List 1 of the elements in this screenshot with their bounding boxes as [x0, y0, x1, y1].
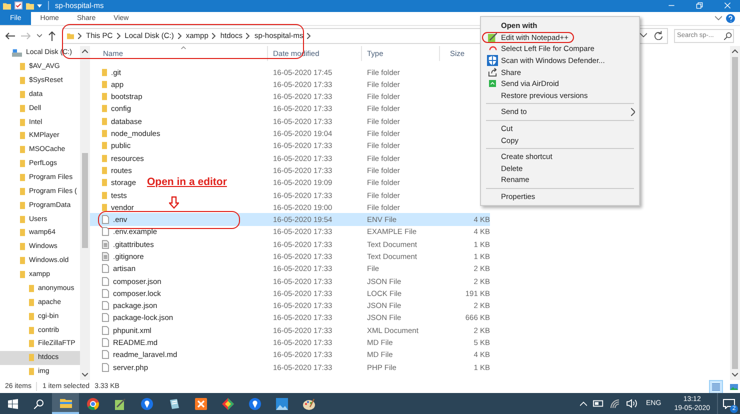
annotation-text: Open in a editor	[147, 176, 227, 188]
